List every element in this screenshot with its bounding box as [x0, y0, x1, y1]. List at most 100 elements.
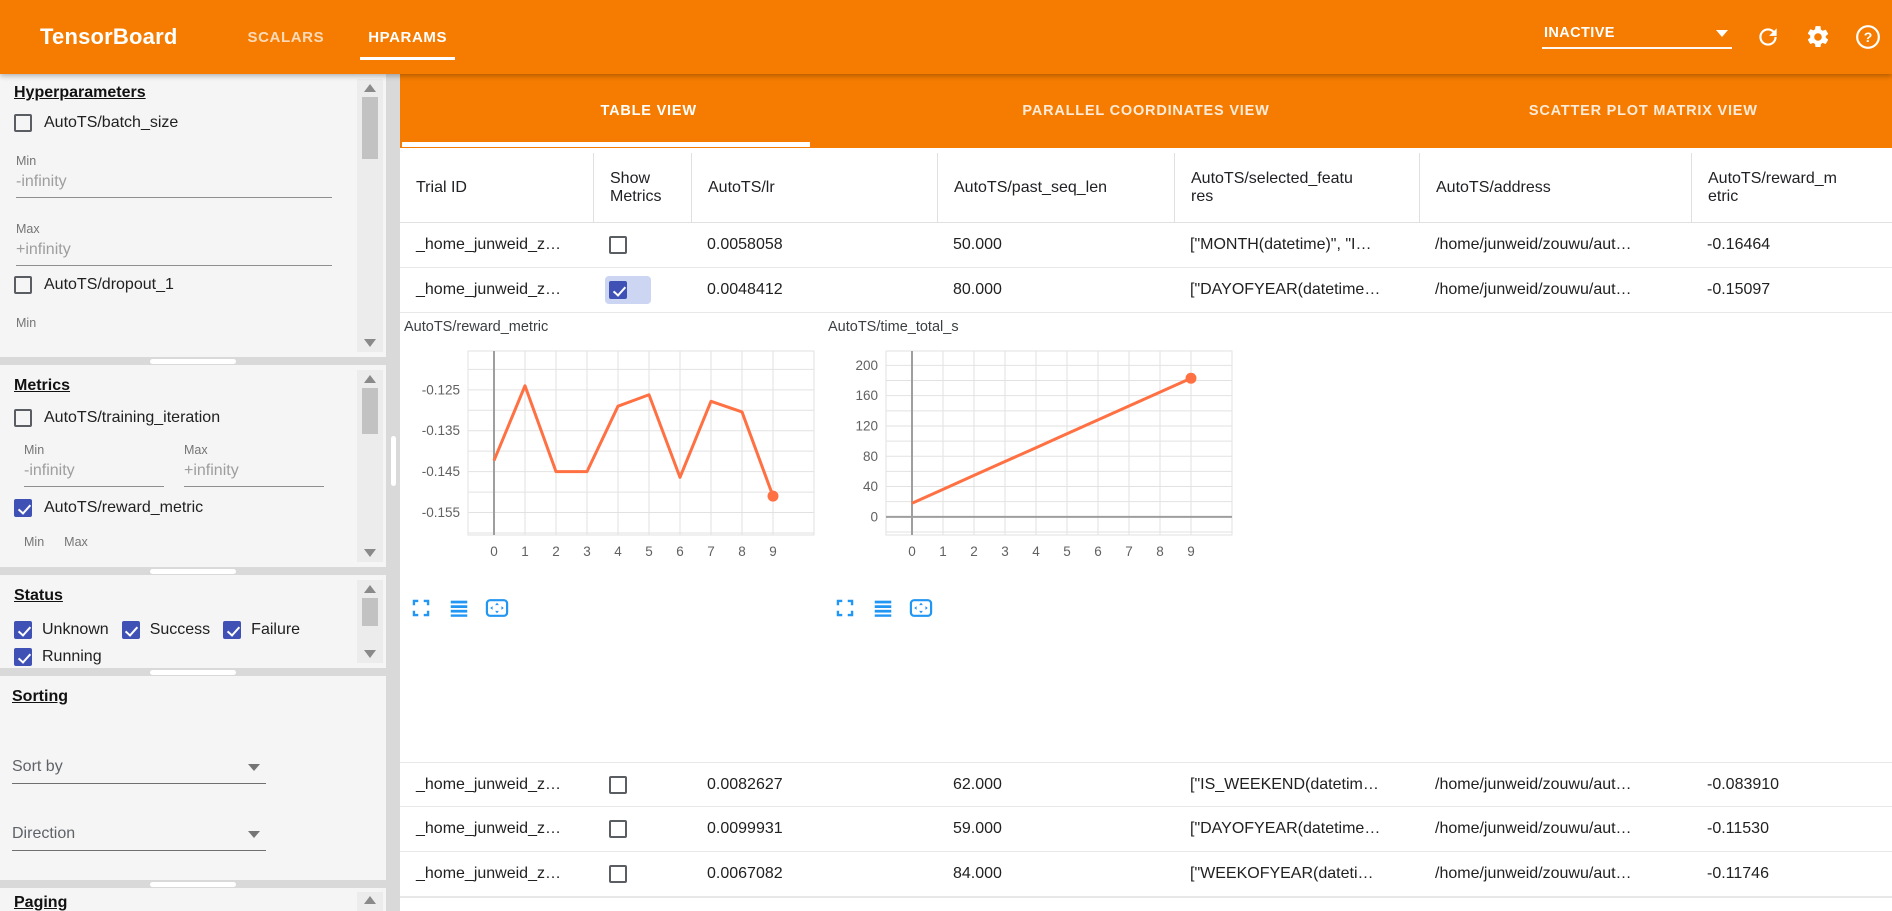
reward-metric-chart[interactable]: -0.125-0.135-0.145-0.1550123456789 — [400, 343, 818, 593]
data-table-icon — [448, 597, 470, 619]
status-pane: Status Unknown Success Failure Running — [0, 575, 386, 668]
scrollbar[interactable] — [357, 79, 383, 352]
chart-title: AutoTS/reward_metric — [404, 319, 818, 343]
trial-id-cell[interactable]: _home_junweid_z… — [400, 268, 593, 312]
column-header-reward-metric[interactable]: AutoTS/reward_metric — [1691, 153, 1892, 222]
status-unknown[interactable]: Unknown — [14, 621, 109, 639]
column-header-lr[interactable]: AutoTS/lr — [691, 153, 937, 222]
hparam-dropout-row[interactable]: AutoTS/dropout_1 — [14, 276, 342, 294]
hparam-batch-size-row[interactable]: AutoTS/batch_size — [14, 114, 342, 132]
checkbox[interactable] — [14, 114, 32, 132]
checkbox[interactable] — [609, 281, 627, 299]
scrollbar[interactable] — [357, 892, 383, 911]
status-failure[interactable]: Failure — [223, 621, 300, 639]
past-seq-len-cell: 50.000 — [937, 223, 1174, 267]
scrollbar[interactable] — [357, 580, 383, 663]
show-metrics-cell — [593, 852, 691, 896]
pane-resize-handle[interactable] — [0, 357, 386, 365]
checkbox[interactable] — [14, 276, 32, 294]
trial-id-cell[interactable]: _home_junweid_z… — [400, 852, 593, 896]
checkbox[interactable] — [609, 236, 627, 254]
trial-id-cell[interactable]: _home_junweid_z… — [400, 807, 593, 851]
checkbox[interactable] — [14, 409, 32, 427]
scrollbar-thumb[interactable] — [362, 97, 378, 159]
settings-button[interactable] — [1804, 23, 1832, 51]
scrollbar[interactable] — [357, 370, 383, 562]
selected-features-cell: ["IS_WEEKEND(datetim… — [1174, 763, 1419, 806]
column-header-show-metrics[interactable]: Show Metrics — [593, 153, 691, 222]
fit-domain-button[interactable] — [908, 595, 934, 621]
scrollbar-thumb[interactable] — [362, 388, 378, 434]
scroll-up-icon[interactable] — [364, 585, 376, 593]
checkbox[interactable] — [609, 865, 627, 883]
pane-resize-handle[interactable] — [0, 567, 386, 575]
column-header-past-seq-len[interactable]: AutoTS/past_seq_len — [937, 153, 1174, 222]
hyperparameters-heading: Hyperparameters — [14, 84, 342, 102]
help-button[interactable]: ? — [1854, 23, 1882, 51]
min-input[interactable]: -infinity — [24, 462, 164, 487]
sidebar-resize-handle[interactable] — [386, 74, 400, 911]
metric-training-iteration-row[interactable]: AutoTS/training_iteration — [14, 409, 342, 427]
max-input[interactable]: +infinity — [184, 462, 324, 487]
max-input[interactable]: +infinity — [16, 241, 332, 266]
scroll-up-icon[interactable] — [364, 375, 376, 383]
data-table-icon-button[interactable] — [870, 595, 896, 621]
trial-id-cell[interactable]: _home_junweid_z… — [400, 223, 593, 267]
svg-text:-0.125: -0.125 — [422, 382, 460, 397]
fit-domain-button[interactable] — [484, 595, 510, 621]
metrics-heading: Metrics — [14, 377, 342, 395]
scrollbar-thumb[interactable] — [362, 598, 378, 626]
table-header-row: Trial ID Show Metrics AutoTS/lr AutoTS/p… — [400, 153, 1892, 223]
lr-cell: 0.0058058 — [691, 223, 937, 267]
reload-status-dropdown[interactable]: INACTIVE — [1542, 25, 1732, 49]
direction-select[interactable]: Direction — [12, 825, 266, 851]
drag-handle — [150, 670, 236, 675]
fullscreen-button[interactable] — [408, 595, 434, 621]
checkbox[interactable] — [14, 499, 32, 517]
tab-scatter-plot-matrix-view[interactable]: SCATTER PLOT MATRIX VIEW — [1395, 74, 1892, 148]
max-field: Max +infinity — [184, 443, 324, 487]
fullscreen-button[interactable] — [832, 595, 858, 621]
sort-by-select[interactable]: Sort by — [12, 758, 266, 784]
fullscreen-icon — [410, 597, 432, 619]
hparam-label: AutoTS/dropout_1 — [44, 276, 174, 294]
scroll-down-icon[interactable] — [364, 549, 376, 557]
scroll-down-icon[interactable] — [364, 339, 376, 347]
checkbox[interactable] — [609, 776, 627, 794]
svg-text:40: 40 — [863, 479, 878, 494]
reload-status-label: INACTIVE — [1544, 25, 1615, 41]
min-max-row: Min Max — [22, 535, 342, 549]
address-cell: /home/junweid/zouwu/aut… — [1419, 223, 1691, 267]
checkbox[interactable] — [14, 621, 32, 639]
scroll-up-icon[interactable] — [364, 84, 376, 92]
checkbox[interactable] — [609, 820, 627, 838]
refresh-button[interactable] — [1754, 23, 1782, 51]
trial-id-cell[interactable]: _home_junweid_z… — [400, 763, 593, 806]
status-running[interactable]: Running — [14, 648, 102, 666]
metric-reward-metric-row[interactable]: AutoTS/reward_metric — [14, 499, 342, 517]
scroll-down-icon[interactable] — [364, 650, 376, 658]
svg-text:80: 80 — [863, 449, 878, 464]
tab-parallel-coordinates-view[interactable]: PARALLEL COORDINATES VIEW — [897, 74, 1394, 148]
scroll-up-icon[interactable] — [364, 896, 376, 904]
checkbox[interactable] — [223, 621, 241, 639]
checkbox[interactable] — [14, 648, 32, 666]
tab-scalars[interactable]: SCALARS — [225, 0, 346, 74]
pane-resize-handle[interactable] — [0, 668, 386, 676]
min-input[interactable]: -infinity — [16, 173, 332, 198]
column-header-selected-features[interactable]: AutoTS/selected_features — [1174, 153, 1419, 222]
time-total-chart[interactable]: 200160120804000123456789 — [818, 343, 1236, 593]
max-field: Max +infinity — [16, 222, 342, 266]
refresh-icon — [1755, 24, 1781, 50]
svg-text:6: 6 — [676, 544, 684, 559]
svg-text:-0.135: -0.135 — [422, 423, 460, 438]
tab-hparams[interactable]: HPARAMS — [346, 0, 469, 74]
checkbox[interactable] — [122, 621, 140, 639]
column-header-trial-id[interactable]: Trial ID — [400, 153, 593, 222]
tab-table-view[interactable]: TABLE VIEW — [400, 74, 897, 148]
pane-resize-handle[interactable] — [0, 880, 386, 888]
min-field: Min -infinity — [16, 154, 342, 198]
column-header-address[interactable]: AutoTS/address — [1419, 153, 1691, 222]
status-success[interactable]: Success — [122, 621, 210, 639]
data-table-icon-button[interactable] — [446, 595, 472, 621]
